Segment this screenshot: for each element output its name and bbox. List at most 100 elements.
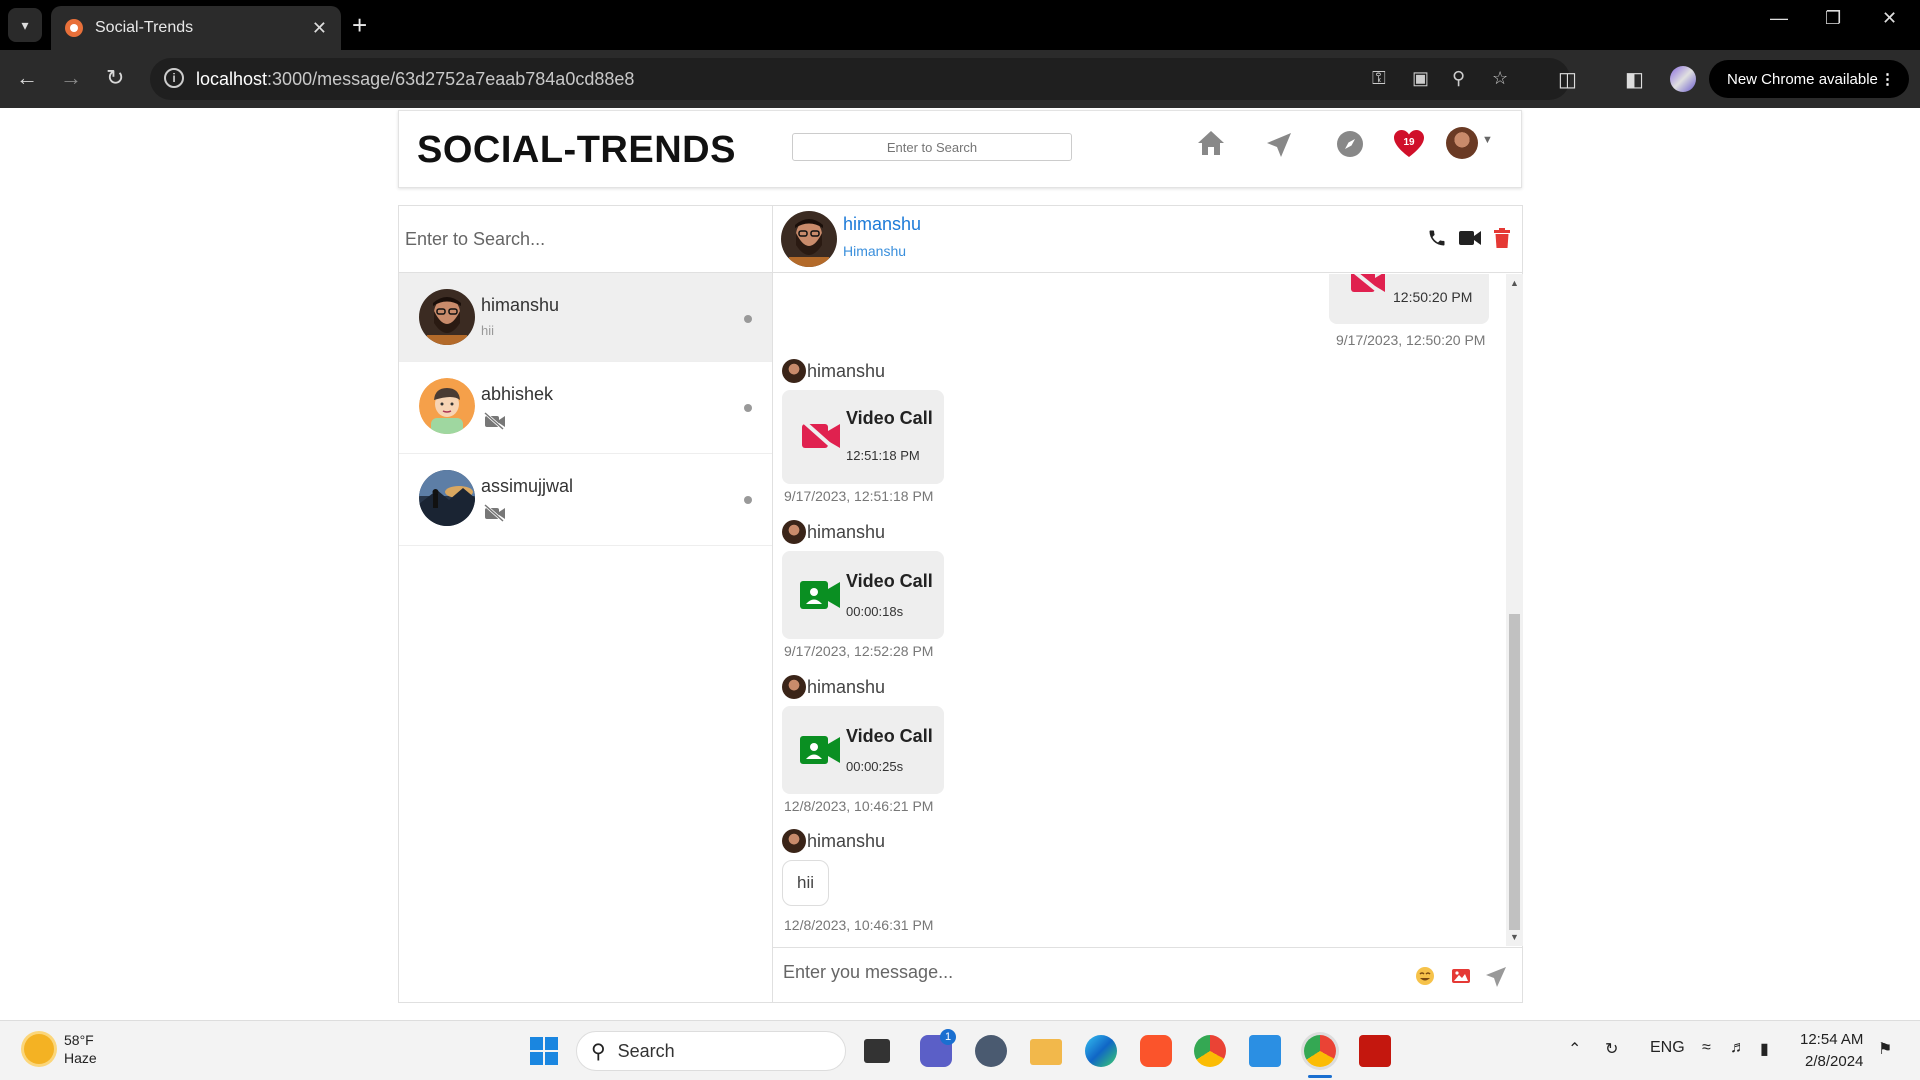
show-hidden-icons-icon[interactable]: ⌃: [1568, 1039, 1581, 1059]
chrome-active-icon[interactable]: [1304, 1035, 1336, 1067]
minimize-button[interactable]: —: [1770, 8, 1788, 29]
extensions-icon[interactable]: ◫: [1558, 67, 1577, 92]
app-header: SOCIAL-TRENDS 19: [398, 110, 1522, 188]
video-off-icon: [484, 412, 505, 430]
conversation-last-message: hii: [481, 323, 495, 338]
conversation-item-abhishek[interactable]: abhishek: [399, 362, 772, 454]
chrome-icon[interactable]: [1194, 1035, 1226, 1067]
phone-call-icon[interactable]: [1427, 228, 1447, 248]
conversation-name: abhishek: [481, 384, 554, 404]
status-dot: [744, 404, 752, 412]
call-title: Video Call: [846, 408, 933, 428]
task-view-icon[interactable]: [864, 1039, 890, 1063]
password-key-icon[interactable]: ⚿: [1372, 68, 1386, 89]
contact-name[interactable]: himanshu: [843, 214, 921, 235]
brand-logo[interactable]: SOCIAL-TRENDS: [417, 129, 736, 172]
edge-browser-icon[interactable]: [1085, 1035, 1117, 1067]
message-timestamp: 9/17/2023, 12:51:18 PM: [784, 488, 934, 504]
url-host: localhost: [196, 68, 268, 89]
call-duration: 00:00:25s: [846, 759, 904, 774]
explore-compass-icon[interactable]: [1335, 129, 1365, 159]
emoji-icon[interactable]: [1415, 966, 1435, 986]
site-info-icon[interactable]: i: [164, 68, 184, 88]
send-message-nav-icon[interactable]: [1265, 131, 1293, 159]
side-panel-icon[interactable]: ◧: [1625, 67, 1644, 92]
chrome-menu-icon[interactable]: ⋮: [1880, 70, 1895, 88]
back-button[interactable]: ←: [16, 64, 38, 92]
call-time: 12:50:20 PM: [1393, 289, 1473, 305]
browser-tab[interactable]: Social-Trends ✕: [51, 6, 341, 50]
window-close-button[interactable]: ✕: [1882, 8, 1897, 29]
reload-button[interactable]: ↻: [106, 64, 124, 92]
active-app-indicator: [1308, 1075, 1332, 1078]
notifications-heart-icon[interactable]: 19: [1393, 129, 1425, 159]
taskbar-search[interactable]: ⚲ Search: [576, 1031, 846, 1071]
notification-count: 19: [1403, 137, 1415, 148]
address-bar[interactable]: i localhost:3000/message/63d2752a7eaab78…: [150, 58, 1570, 100]
message-list[interactable]: 12:50:20 PM 9/17/2023, 12:50:20 PM himan…: [773, 274, 1506, 946]
header-search[interactable]: [792, 133, 1072, 161]
tab-close-icon[interactable]: ✕: [312, 18, 327, 39]
text-message-bubble[interactable]: hii: [782, 860, 830, 906]
message-scrollbar[interactable]: ▲ ▼: [1506, 274, 1523, 946]
conversation-search-input[interactable]: [405, 228, 772, 250]
message-sender: himanshu: [782, 520, 885, 544]
vscode-icon[interactable]: [1249, 1035, 1281, 1067]
restore-button[interactable]: ❐: [1825, 8, 1841, 29]
sync-icon[interactable]: ↻: [1605, 1039, 1618, 1059]
scroll-up-arrow-icon[interactable]: ▲: [1510, 278, 1519, 288]
sender-avatar: [782, 675, 806, 699]
conversation-item-assimujjwal[interactable]: assimujjwal: [399, 454, 772, 546]
notification-bell-icon[interactable]: ⚑: [1878, 1039, 1892, 1059]
scroll-down-arrow-icon[interactable]: ▼: [1510, 932, 1519, 942]
input-language[interactable]: ENG: [1650, 1039, 1685, 1057]
video-call-bubble[interactable]: Video Call 12:51:18 PM: [782, 390, 944, 484]
message-input[interactable]: [783, 962, 1383, 983]
zoom-icon[interactable]: ⚲: [1452, 68, 1465, 89]
brave-browser-icon[interactable]: [1140, 1035, 1172, 1067]
header-search-input[interactable]: [793, 139, 1071, 155]
message-timestamp: 12/8/2023, 10:46:21 PM: [784, 798, 934, 814]
acrobat-reader-icon[interactable]: [1359, 1035, 1391, 1067]
browser-tabstrip: ▾ Social-Trends ✕ + — ❐ ✕: [0, 0, 1920, 50]
os-taskbar: 58°F Haze ⚲ Search 1 ⌃ ↻ ENG ≈ ♬ ▮ 12:54…: [0, 1020, 1920, 1080]
sender-avatar: [782, 359, 806, 383]
new-chrome-label: New Chrome available: [1727, 70, 1878, 88]
conversation-item-himanshu[interactable]: himanshu hii: [399, 273, 772, 362]
weather-widget[interactable]: 58°F Haze: [24, 1031, 97, 1067]
system-clock[interactable]: 12:54 AM 2/8/2024: [1800, 1029, 1863, 1073]
message-timestamp: 9/17/2023, 12:52:28 PM: [784, 643, 934, 659]
install-app-icon[interactable]: ▣: [1412, 68, 1429, 89]
settings-gear-icon[interactable]: [975, 1035, 1007, 1067]
teams-badge: 1: [940, 1029, 956, 1045]
file-explorer-icon[interactable]: [1030, 1039, 1062, 1065]
wifi-icon[interactable]: ≈: [1702, 1039, 1711, 1057]
browser-profile-avatar[interactable]: [1670, 66, 1696, 92]
sender-name: himanshu: [807, 360, 886, 381]
send-icon[interactable]: [1485, 966, 1507, 988]
new-tab-button[interactable]: +: [352, 10, 367, 40]
home-icon[interactable]: [1196, 129, 1226, 157]
conversation-search[interactable]: [399, 206, 772, 273]
video-call-bubble[interactable]: Video Call 00:00:18s: [782, 551, 944, 639]
avatar: [419, 289, 475, 345]
video-off-icon: [484, 504, 505, 522]
call-title: Video Call: [846, 726, 933, 746]
contact-avatar[interactable]: [781, 211, 837, 267]
scrollbar-thumb[interactable]: [1509, 614, 1520, 930]
new-chrome-available-button[interactable]: New Chrome available ⋮: [1709, 60, 1909, 98]
user-menu-caret-icon[interactable]: ▼: [1482, 134, 1493, 146]
video-call-icon[interactable]: [1458, 228, 1482, 248]
windows-start-icon[interactable]: [528, 1035, 560, 1067]
bookmark-star-icon[interactable]: ☆: [1492, 68, 1508, 89]
forward-button[interactable]: →: [60, 64, 82, 92]
video-call-bubble[interactable]: Video Call 00:00:25s: [782, 706, 944, 794]
url-path: :3000/message/63d2752a7eaab784a0cd88e8: [267, 68, 635, 89]
delete-trash-icon[interactable]: [1493, 228, 1511, 248]
header-user-avatar[interactable]: [1446, 127, 1478, 159]
volume-icon[interactable]: ♬: [1730, 1039, 1746, 1057]
image-upload-icon[interactable]: [1451, 966, 1471, 986]
battery-icon[interactable]: ▮: [1760, 1039, 1769, 1059]
bearded-man-avatar-icon: [781, 211, 837, 267]
tab-search-button[interactable]: ▾: [8, 8, 42, 42]
